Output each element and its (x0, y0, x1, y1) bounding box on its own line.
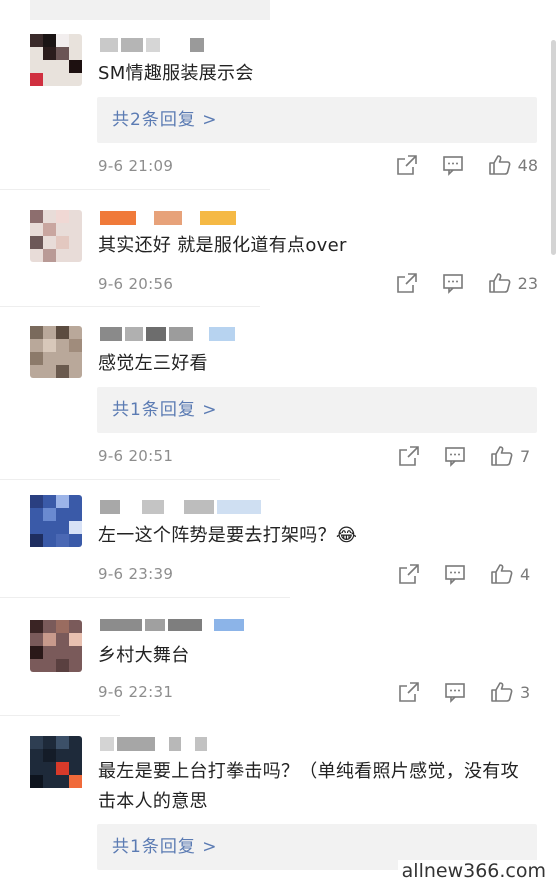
comment-actions: 23 (396, 272, 538, 294)
like-count: 23 (517, 273, 538, 293)
like-button[interactable]: 7 (490, 445, 538, 467)
timestamp: 9-6 23:39 (98, 565, 174, 583)
comment-text: 其实还好 就是服化道有点over (98, 235, 347, 256)
thumbs-up-icon (490, 681, 514, 703)
divider (0, 715, 120, 716)
like-count: 48 (517, 155, 538, 175)
comment-icon[interactable] (444, 445, 466, 467)
like-button[interactable]: 48 (488, 154, 538, 176)
divider (0, 189, 270, 190)
watermark: allnew366.com (397, 860, 550, 882)
comment-actions: 7 (398, 445, 538, 467)
comment-text: 乡村大舞台 (98, 645, 190, 666)
username-blurred[interactable] (100, 500, 261, 514)
like-count: 4 (520, 564, 531, 584)
comment-text: 感觉左三好看 (98, 353, 208, 374)
like-count: 7 (520, 446, 531, 466)
divider (0, 479, 280, 480)
replies-label: 共1条回复 > (112, 837, 218, 857)
divider (0, 597, 290, 598)
avatar[interactable] (30, 34, 82, 86)
like-button[interactable]: 3 (490, 681, 538, 703)
timestamp: 9-6 20:56 (98, 275, 174, 293)
share-icon[interactable] (396, 272, 418, 294)
replies-label: 共1条回复 > (112, 400, 218, 420)
timestamp: 9-6 22:31 (98, 683, 174, 701)
comment-actions: 48 (396, 154, 538, 176)
like-count: 3 (520, 682, 531, 702)
timestamp: 9-6 21:09 (98, 157, 174, 175)
comment-text: 左一这个阵势是要去打架吗？😂 (98, 525, 358, 546)
avatar[interactable] (30, 736, 82, 788)
thumbs-up-icon (488, 154, 512, 176)
replies-button[interactable]: 共2条回复 > (97, 97, 537, 143)
comment-actions: 3 (398, 681, 538, 703)
comment-text: 最左是要上台打拳击吗？（单纯看照片感觉，没有攻击本人的意思 (98, 761, 519, 812)
share-icon[interactable] (396, 154, 418, 176)
comment-icon[interactable] (444, 681, 466, 703)
thumbs-up-icon (490, 445, 514, 467)
like-button[interactable]: 23 (488, 272, 538, 294)
scrollbar[interactable] (551, 40, 556, 255)
username-blurred[interactable] (100, 619, 244, 631)
share-icon[interactable] (398, 445, 420, 467)
avatar[interactable] (30, 620, 82, 672)
username-blurred[interactable] (100, 211, 236, 225)
timestamp: 9-6 20:51 (98, 447, 174, 465)
username-blurred[interactable] (100, 38, 204, 52)
comment-icon[interactable] (442, 272, 464, 294)
replies-label: 共2条回复 > (112, 110, 218, 130)
share-icon[interactable] (398, 563, 420, 585)
avatar[interactable] (30, 495, 82, 547)
comment-text: SM情趣服装展示会 (98, 63, 254, 84)
thumbs-up-icon (490, 563, 514, 585)
previous-reply-box-edge (30, 0, 270, 20)
username-blurred[interactable] (100, 737, 207, 751)
thumbs-up-icon (488, 272, 512, 294)
like-button[interactable]: 4 (490, 563, 538, 585)
comment-icon[interactable] (442, 154, 464, 176)
comment-actions: 4 (398, 563, 538, 585)
avatar[interactable] (30, 326, 82, 378)
share-icon[interactable] (398, 681, 420, 703)
comment-icon[interactable] (444, 563, 466, 585)
divider (0, 306, 260, 307)
replies-button[interactable]: 共1条回复 > (97, 387, 537, 433)
username-blurred[interactable] (100, 327, 235, 341)
avatar[interactable] (30, 210, 82, 262)
